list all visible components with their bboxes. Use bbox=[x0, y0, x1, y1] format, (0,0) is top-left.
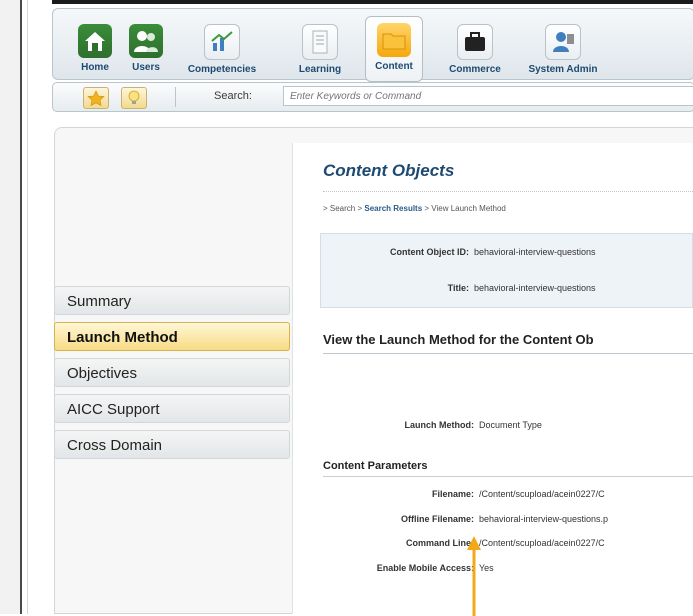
window-left-edge bbox=[0, 0, 22, 614]
offline-filename-value: behavioral-interview-questions.p bbox=[479, 514, 609, 524]
sidebar-item-label: AICC Support bbox=[67, 401, 160, 418]
folder-icon bbox=[377, 23, 411, 57]
nav-system-admin[interactable]: System Admin bbox=[527, 24, 599, 80]
search-input[interactable] bbox=[283, 86, 693, 106]
launch-method-label: Launch Method: bbox=[404, 420, 475, 430]
nav-content[interactable]: Content bbox=[365, 16, 423, 82]
mobile-access-label: Enable Mobile Access: bbox=[376, 563, 474, 573]
admin-icon bbox=[545, 24, 581, 60]
object-id-label: Content Object ID: bbox=[390, 247, 469, 257]
page-title: Content Objects bbox=[323, 161, 455, 180]
main-toolbar: Home Users Competencies Learning Content… bbox=[52, 8, 693, 82]
star-icon bbox=[87, 90, 105, 107]
sidebar-item-launch-method[interactable]: Launch Method bbox=[54, 322, 290, 351]
section-divider bbox=[323, 353, 693, 354]
sidebar-item-label: Cross Domain bbox=[67, 437, 163, 454]
annotation-arrow bbox=[467, 536, 481, 616]
content-area: Content Objects > Search > Search Result… bbox=[292, 143, 693, 614]
chart-icon bbox=[204, 24, 240, 60]
filename-label: Filename: bbox=[431, 489, 474, 499]
search-label: Search: bbox=[214, 90, 252, 102]
nav-learning[interactable]: Learning bbox=[289, 24, 351, 80]
toolbar-separator bbox=[175, 87, 176, 107]
lightbulb-icon bbox=[128, 90, 140, 104]
briefcase-icon bbox=[457, 24, 493, 60]
nav-competencies[interactable]: Competencies bbox=[179, 24, 265, 80]
title-divider bbox=[323, 191, 693, 192]
tips-button[interactable] bbox=[121, 87, 147, 109]
favorites-button[interactable] bbox=[83, 87, 109, 109]
sidebar-item-aicc-support[interactable]: AICC Support bbox=[54, 394, 290, 423]
sidebar-item-label: Summary bbox=[67, 293, 132, 310]
nav-content-label: Content bbox=[375, 61, 413, 72]
object-info-box: Content Object ID: behavioral-interview-… bbox=[320, 233, 693, 308]
breadcrumb-search-results[interactable]: Search Results bbox=[364, 204, 422, 213]
filename-value: /Content/scupload/acein0227/C bbox=[479, 489, 605, 499]
arrow-up-icon bbox=[467, 536, 481, 616]
breadcrumb-prefix[interactable]: > Search > bbox=[323, 204, 364, 213]
offline-filename-label: Offline Filename: bbox=[400, 514, 474, 524]
nav-system-admin-label: System Admin bbox=[528, 64, 598, 75]
search-bar: Search: bbox=[52, 82, 693, 112]
object-title-label: Title: bbox=[447, 283, 469, 293]
nav-users[interactable]: Users bbox=[128, 24, 164, 80]
command-line-label: Command Line: bbox=[405, 538, 474, 548]
section-title: View the Launch Method for the Content O… bbox=[323, 332, 594, 347]
command-line-value: /Content/scupload/acein0227/C bbox=[479, 538, 605, 548]
nav-home-label: Home bbox=[81, 62, 109, 73]
object-id-value: behavioral-interview-questions bbox=[474, 247, 596, 257]
document-icon bbox=[302, 24, 338, 60]
nav-commerce[interactable]: Commerce bbox=[441, 24, 509, 80]
window-border-inner bbox=[27, 0, 28, 614]
launch-method-value: Document Type bbox=[479, 420, 542, 430]
home-icon bbox=[78, 24, 112, 58]
window-border bbox=[20, 0, 22, 614]
nav-competencies-label: Competencies bbox=[187, 64, 257, 75]
application: Home Users Competencies Learning Content… bbox=[40, 0, 693, 614]
nav-commerce-label: Commerce bbox=[449, 64, 501, 75]
sidebar-item-objectives[interactable]: Objectives bbox=[54, 358, 290, 387]
object-title-value: behavioral-interview-questions bbox=[474, 283, 596, 293]
breadcrumb-current: > View Launch Method bbox=[422, 204, 506, 213]
nav-home[interactable]: Home bbox=[75, 24, 115, 80]
nav-users-label: Users bbox=[132, 62, 160, 73]
content-parameters-heading: Content Parameters bbox=[323, 460, 428, 472]
users-icon bbox=[129, 24, 163, 58]
content-parameters-divider bbox=[323, 476, 693, 477]
sidebar-item-cross-domain[interactable]: Cross Domain bbox=[54, 430, 290, 459]
breadcrumb: > Search > Search Results > View Launch … bbox=[323, 204, 506, 213]
sidebar-item-label: Launch Method bbox=[67, 329, 178, 346]
sidebar-item-summary[interactable]: Summary bbox=[54, 286, 290, 315]
sidebar-item-label: Objectives bbox=[67, 365, 138, 382]
nav-learning-label: Learning bbox=[298, 64, 342, 75]
